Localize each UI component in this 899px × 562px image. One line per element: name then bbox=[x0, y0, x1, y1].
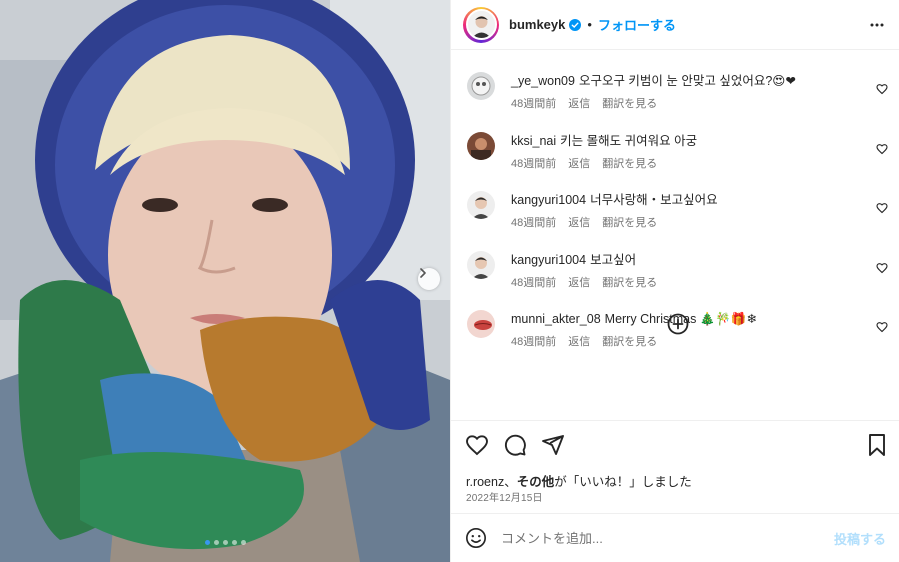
avatar-image bbox=[467, 72, 495, 100]
reply-button[interactable]: 返信 bbox=[568, 214, 590, 230]
share-button[interactable] bbox=[541, 433, 565, 457]
commenter-avatar[interactable] bbox=[467, 191, 495, 219]
post-photo[interactable] bbox=[0, 0, 450, 562]
avatar-image bbox=[467, 310, 495, 338]
load-more-comments-button[interactable] bbox=[667, 313, 689, 340]
comment-input[interactable] bbox=[501, 530, 821, 546]
comment-username[interactable]: kangyuri1004 bbox=[511, 193, 586, 207]
author-avatar[interactable] bbox=[463, 6, 499, 43]
comment-time[interactable]: 48週間前 bbox=[511, 274, 556, 290]
see-translation-button[interactable]: 翻訳を見る bbox=[602, 95, 657, 111]
comment-username[interactable]: munni_akter_08 bbox=[511, 312, 601, 326]
avatar-image bbox=[467, 191, 495, 219]
carousel-dot bbox=[213, 540, 219, 545]
commenter-avatar[interactable] bbox=[467, 310, 495, 338]
reply-button[interactable]: 返信 bbox=[568, 155, 590, 171]
comment-text: 보고싶어 bbox=[590, 252, 637, 267]
heart-icon bbox=[876, 203, 888, 214]
heart-icon bbox=[466, 435, 488, 456]
post-actions: r.roenz、その他が「いいね！」しました 2022年12月15日 bbox=[451, 420, 899, 513]
likes-others-link[interactable]: その他 bbox=[517, 475, 555, 489]
header-separator: • bbox=[587, 17, 592, 32]
reply-button[interactable]: 返信 bbox=[568, 274, 590, 290]
comment-time[interactable]: 48週間前 bbox=[511, 333, 556, 349]
emoji-icon bbox=[466, 528, 486, 548]
avatar-image bbox=[467, 11, 495, 38]
carousel-dot bbox=[204, 540, 210, 545]
comment-text: 키는 몰해도 귀여워요 아궁 bbox=[560, 133, 698, 148]
emoji-button[interactable] bbox=[465, 527, 487, 549]
comment-like-button[interactable] bbox=[876, 142, 888, 160]
comment-time[interactable]: 48週間前 bbox=[511, 95, 556, 111]
post-details-panel: bumkeyk • フォローする _ye_won09 오구오구 키범이 눈 안맞… bbox=[450, 0, 899, 562]
comment-time[interactable]: 48週間前 bbox=[511, 155, 556, 171]
comment-username[interactable]: _ye_won09 bbox=[511, 74, 575, 88]
see-translation-button[interactable]: 翻訳を見る bbox=[602, 274, 657, 290]
comment-item: kangyuri1004 너무사랑해・보고싶어요 48週間前 返信 翻訳を見る bbox=[451, 179, 899, 239]
follow-button[interactable]: フォローする bbox=[598, 15, 676, 34]
save-button[interactable] bbox=[866, 433, 888, 457]
like-button[interactable] bbox=[465, 433, 489, 457]
comment-like-button[interactable] bbox=[876, 82, 888, 100]
likes-summary: r.roenz、その他が「いいね！」しました bbox=[466, 471, 692, 490]
avatar-image bbox=[467, 131, 495, 160]
plus-circle-icon bbox=[667, 313, 689, 335]
comment-like-button[interactable] bbox=[876, 261, 888, 279]
likes-suffix: が「いいね！」しました bbox=[554, 475, 692, 489]
carousel-dot bbox=[240, 540, 246, 545]
bookmark-icon bbox=[869, 434, 885, 456]
more-horizontal-icon bbox=[870, 23, 884, 27]
commenter-avatar[interactable] bbox=[467, 250, 495, 279]
liker-username[interactable]: r.roenz bbox=[466, 475, 504, 489]
comment-username[interactable]: kksi_nai bbox=[511, 134, 556, 148]
comment-text: 오구오구 키범이 눈 안맞고 싶었어요?😍❤ bbox=[578, 74, 796, 88]
carousel-next-button[interactable] bbox=[418, 268, 440, 290]
carousel-dot bbox=[231, 540, 237, 545]
heart-icon bbox=[876, 84, 888, 95]
see-translation-button[interactable]: 翻訳を見る bbox=[602, 333, 657, 349]
photo-illustration bbox=[0, 0, 450, 562]
post-header: bumkeyk • フォローする bbox=[451, 0, 899, 50]
add-comment-bar: 投稿する bbox=[451, 513, 899, 562]
avatar-image bbox=[467, 250, 495, 279]
comment-time[interactable]: 48週間前 bbox=[511, 214, 556, 230]
comment-text: 너무사랑해・보고싶어요 bbox=[590, 193, 718, 207]
author-username[interactable]: bumkeyk bbox=[509, 17, 565, 32]
reply-button[interactable]: 返信 bbox=[568, 333, 590, 349]
comment-button[interactable] bbox=[503, 433, 527, 457]
comment-item: _ye_won09 오구오구 키범이 눈 안맞고 싶었어요?😍❤ 48週間前 返信… bbox=[451, 60, 899, 120]
heart-icon bbox=[876, 143, 888, 154]
comment-icon bbox=[504, 434, 526, 456]
verified-badge-icon bbox=[569, 18, 582, 31]
heart-icon bbox=[876, 322, 888, 333]
see-translation-button[interactable]: 翻訳を見る bbox=[602, 155, 657, 171]
comment-like-button[interactable] bbox=[876, 201, 888, 219]
commenter-avatar[interactable] bbox=[467, 72, 495, 100]
comment-username[interactable]: kangyuri1004 bbox=[511, 253, 586, 267]
heart-icon bbox=[876, 262, 888, 273]
more-options-button[interactable] bbox=[869, 17, 885, 38]
carousel-dot bbox=[222, 540, 228, 545]
post-comment-button[interactable]: 投稿する bbox=[834, 529, 886, 548]
reply-button[interactable]: 返信 bbox=[568, 95, 590, 111]
comment-item: kksi_nai 키는 몰해도 귀여워요 아궁 48週間前 返信 翻訳を見る bbox=[451, 120, 899, 180]
post-date[interactable]: 2022年12月15日 bbox=[466, 489, 543, 504]
send-icon bbox=[542, 435, 564, 455]
chevron-right-icon bbox=[420, 268, 426, 278]
commenter-avatar[interactable] bbox=[467, 131, 495, 160]
see-translation-button[interactable]: 翻訳を見る bbox=[602, 214, 657, 230]
carousel-dots bbox=[0, 540, 450, 545]
likes-separator: 、 bbox=[504, 475, 517, 489]
comment-item: kangyuri1004 보고싶어 48週間前 返信 翻訳を見る bbox=[451, 239, 899, 299]
comment-like-button[interactable] bbox=[876, 320, 888, 338]
